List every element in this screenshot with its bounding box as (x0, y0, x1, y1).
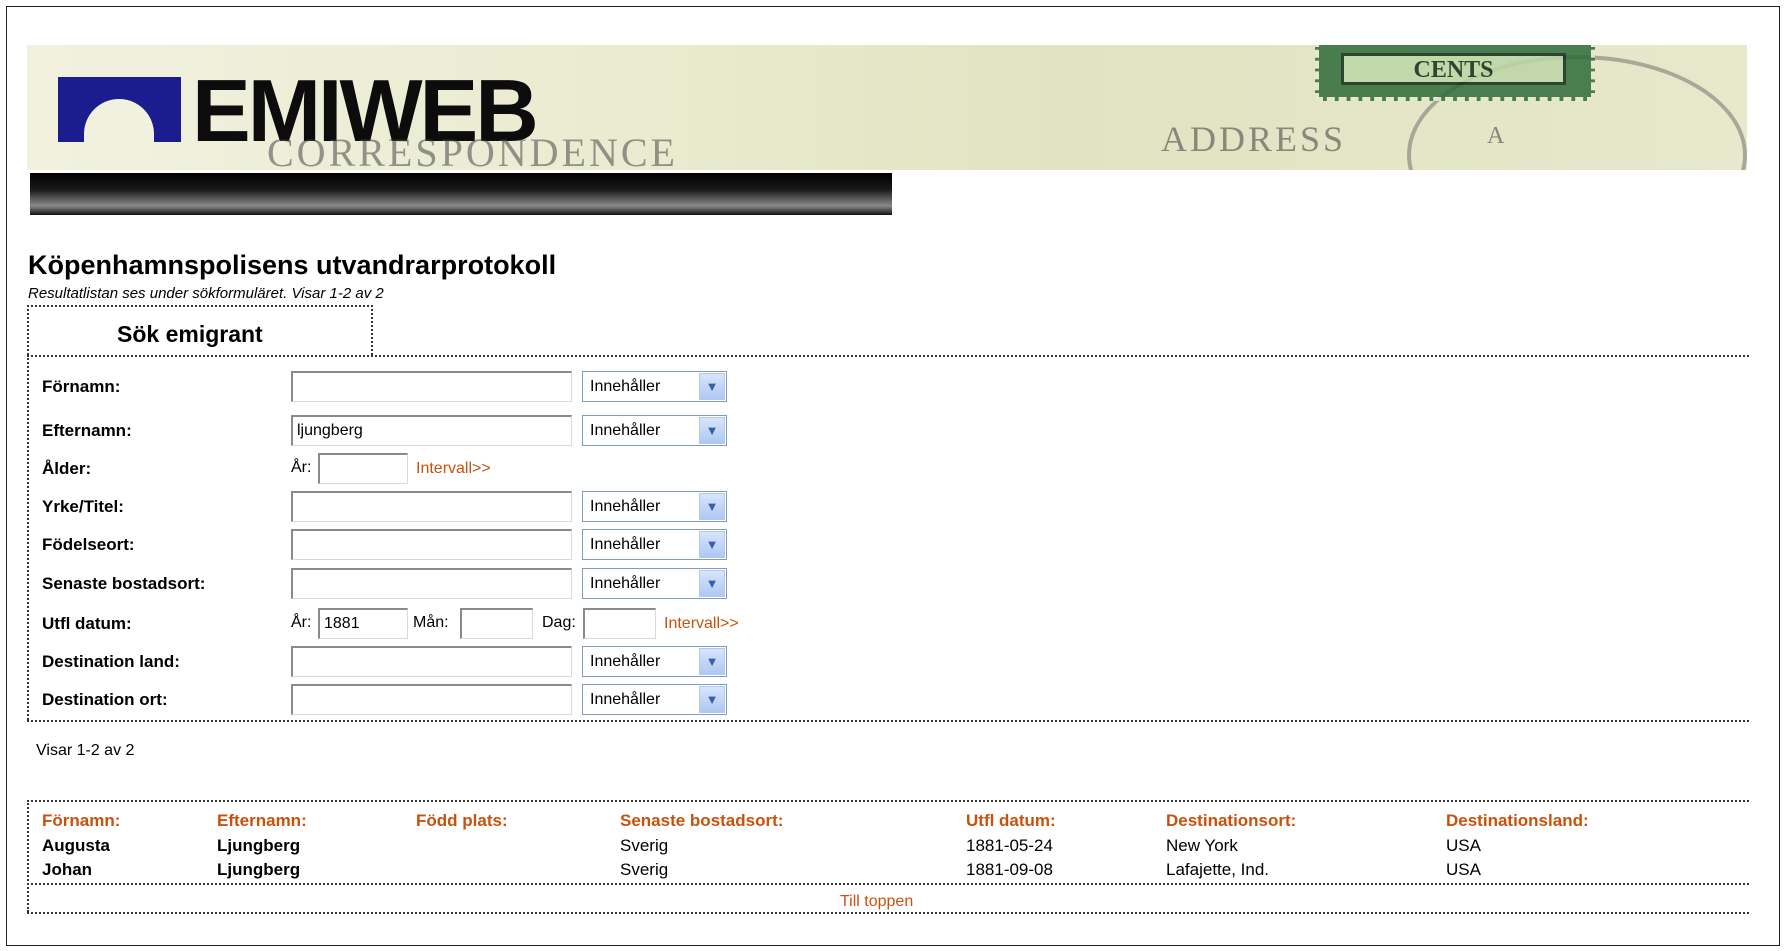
cell-emigration-date: 1881-05-24 (966, 836, 1053, 855)
last-residence-label: Senaste bostadsort: (42, 574, 206, 593)
age-row: Ålder: År: Intervall>> (0, 453, 800, 485)
emigration-month-label: Mån: (413, 614, 449, 631)
chevron-down-icon[interactable]: ▼ (699, 373, 725, 400)
emigration-date-row: Utfl datum: År: Mån: Dag: Intervall>> (0, 608, 800, 640)
birthplace-operator-select[interactable]: Innehåller ▼ (582, 529, 727, 560)
birthplace-operator-value: Innehåller (590, 536, 661, 553)
emigration-interval-link[interactable]: Intervall>> (664, 615, 739, 633)
results-left-divider (27, 800, 29, 912)
chevron-down-icon[interactable]: ▼ (699, 493, 725, 520)
birthplace-label: Födelseort: (42, 535, 135, 554)
results-bottom-divider (27, 912, 1749, 914)
lastname-label: Efternamn: (42, 421, 132, 440)
results-mid-divider (27, 883, 1749, 885)
column-header-emigration-date: Utfl datum: (966, 811, 1056, 830)
occupation-operator-value: Innehåller (590, 498, 661, 515)
destination-country-operator-value: Innehåller (590, 653, 661, 670)
column-header-last-residence: Senaste bostadsort: (620, 811, 784, 830)
cell-lastname: Ljungberg (217, 860, 301, 879)
destination-country-operator-select[interactable]: Innehåller ▼ (582, 646, 727, 677)
header-banner: EMIWEB CORRESPONDENCE ADDRESS CENTS A (27, 45, 1747, 170)
page-title: Köpenhamnspolisens utvandrarprotokoll (28, 250, 557, 280)
lastname-operator-value: Innehåller (590, 422, 661, 439)
cell-lastname: Ljungberg (217, 836, 301, 855)
occupation-row: Yrke/Titel: Innehåller ▼ (0, 491, 800, 523)
firstname-label: Förnamn: (42, 377, 121, 396)
logo-subtitle: CORRESPONDENCE (267, 130, 678, 171)
postage-stamp: CENTS (1315, 45, 1595, 101)
destination-city-input[interactable] (291, 684, 572, 715)
cell-emigration-date: 1881-09-08 (966, 860, 1053, 879)
birthplace-input[interactable] (291, 529, 572, 560)
destination-city-label: Destination ort: (42, 690, 168, 709)
chevron-down-icon[interactable]: ▼ (699, 531, 725, 558)
emigration-year-input[interactable] (318, 608, 408, 639)
last-residence-operator-select[interactable]: Innehåller ▼ (582, 568, 727, 599)
column-header-destination-city: Destinationsort: (1166, 811, 1297, 830)
chevron-down-icon[interactable]: ▼ (699, 570, 725, 597)
results-top-divider (27, 800, 1749, 802)
emigration-day-label: Dag: (542, 614, 576, 631)
column-header-destination-country: Destinationsland: (1446, 811, 1589, 830)
birthplace-row: Födelseort: Innehåller ▼ (0, 529, 800, 561)
stamp-label: CENTS (1341, 53, 1566, 85)
cell-last-residence: Sverig (620, 860, 669, 879)
age-year-label: År: (291, 459, 312, 476)
firstname-input[interactable] (291, 371, 572, 402)
page-subtitle: Resultatlistan ses under sökformuläret. … (28, 285, 384, 302)
cell-destination-country: USA (1446, 836, 1481, 855)
firstname-row: Förnamn: Innehåller ▼ (0, 371, 800, 403)
column-header-firstname: Förnamn: (42, 811, 121, 830)
firstname-operator-value: Innehåller (590, 378, 661, 395)
search-tab: Sök emigrant (27, 305, 373, 355)
emigration-date-label: Utfl datum: (42, 614, 132, 633)
last-residence-operator-value: Innehåller (590, 575, 661, 592)
logo-mark (58, 77, 181, 159)
cell-firstname: Augusta (42, 836, 110, 855)
column-header-lastname: Efternamn: (217, 811, 307, 830)
banner-address-text: ADDRESS (1161, 119, 1347, 159)
occupation-input[interactable] (291, 491, 572, 522)
destination-city-operator-select[interactable]: Innehåller ▼ (582, 684, 727, 715)
column-header-birthplace: Född plats: (416, 811, 508, 830)
last-residence-input[interactable] (291, 568, 572, 599)
emigration-month-input[interactable] (460, 608, 533, 639)
lastname-operator-select[interactable]: Innehåller ▼ (582, 415, 727, 446)
occupation-label: Yrke/Titel: (42, 497, 124, 516)
age-label: Ålder: (42, 459, 92, 478)
chevron-down-icon[interactable]: ▼ (699, 417, 725, 444)
form-top-divider (27, 355, 1749, 357)
destination-country-row: Destination land: Innehåller ▼ (0, 646, 800, 678)
emigration-day-input[interactable] (583, 608, 656, 639)
chevron-down-icon[interactable]: ▼ (699, 686, 725, 713)
firstname-operator-select[interactable]: Innehåller ▼ (582, 371, 727, 402)
last-residence-row: Senaste bostadsort: Innehåller ▼ (0, 568, 800, 600)
header-black-bar (30, 173, 892, 215)
age-year-input[interactable] (318, 453, 408, 484)
emigration-year-label: År: (291, 614, 312, 631)
form-bottom-divider (27, 720, 1749, 722)
destination-country-input[interactable] (291, 646, 572, 677)
destination-city-row: Destination ort: Innehåller ▼ (0, 684, 800, 716)
result-count: Visar 1-2 av 2 (36, 742, 135, 759)
lastname-input[interactable] (291, 415, 572, 446)
postmark-letter: A (1487, 123, 1505, 149)
cell-destination-city: New York (1166, 836, 1238, 855)
occupation-operator-select[interactable]: Innehåller ▼ (582, 491, 727, 522)
search-tab-label: Sök emigrant (117, 321, 263, 347)
lastname-row: Efternamn: Innehåller ▼ (0, 415, 800, 447)
destination-city-operator-value: Innehåller (590, 691, 661, 708)
age-interval-link[interactable]: Intervall>> (416, 460, 491, 478)
back-to-top-link[interactable]: Till toppen (840, 893, 913, 911)
cell-firstname: Johan (42, 860, 93, 879)
cell-last-residence: Sverig (620, 836, 669, 855)
cell-destination-city: Lafajette, Ind. (1166, 860, 1270, 879)
destination-country-label: Destination land: (42, 652, 180, 671)
cell-destination-country: USA (1446, 860, 1481, 879)
chevron-down-icon[interactable]: ▼ (699, 648, 725, 675)
